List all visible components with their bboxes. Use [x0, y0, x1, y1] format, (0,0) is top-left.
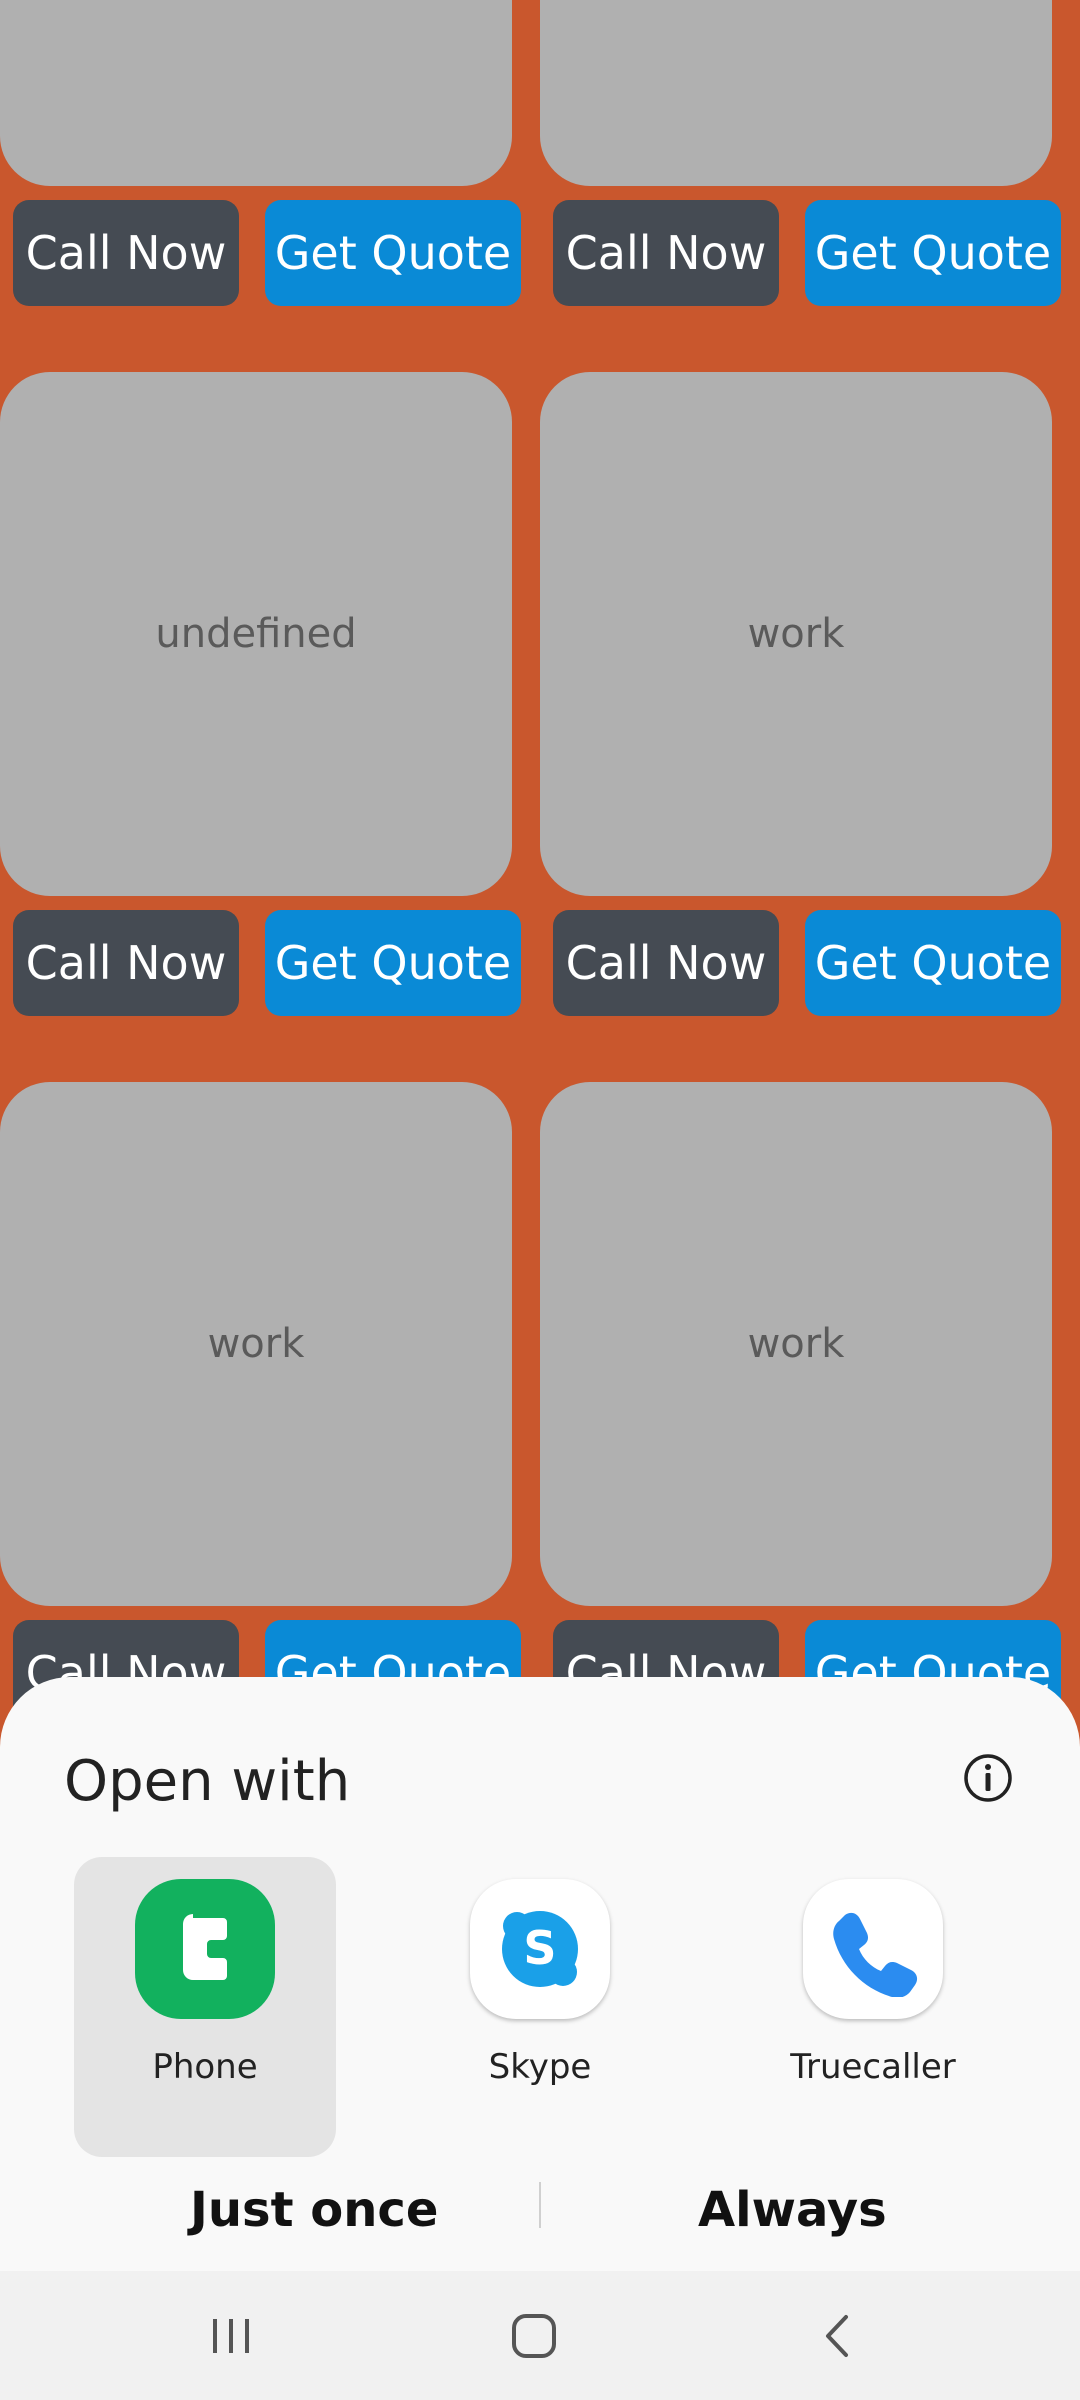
- card-label: work: [747, 1321, 845, 1367]
- open-with-sheet: Open with Phone S Skype Truecaller Just …: [0, 1677, 1080, 2271]
- get-quote-button[interactable]: Get Quote: [265, 910, 521, 1016]
- skype-app-icon: S: [470, 1879, 610, 2019]
- app-label: Truecaller: [790, 2047, 956, 2087]
- always-button[interactable]: Always: [698, 2182, 887, 2238]
- phone-app-icon: [135, 1879, 275, 2019]
- card-label: work: [207, 1321, 305, 1367]
- truecaller-app-icon: [803, 1879, 943, 2019]
- card-work[interactable]: work: [540, 372, 1052, 896]
- card-work[interactable]: work: [540, 1082, 1052, 1606]
- card-label: undefined: [155, 611, 357, 657]
- get-quote-button[interactable]: Get Quote: [265, 200, 521, 306]
- get-quote-button[interactable]: Get Quote: [805, 910, 1061, 1016]
- navigation-bar: [0, 2271, 1080, 2400]
- get-quote-button[interactable]: Get Quote: [805, 200, 1061, 306]
- just-once-button[interactable]: Just once: [190, 2182, 438, 2238]
- svg-text:S: S: [523, 1921, 556, 1975]
- app-option-truecaller[interactable]: Truecaller: [742, 1857, 1004, 2157]
- app-option-phone[interactable]: Phone: [74, 1857, 336, 2157]
- info-icon[interactable]: [962, 1752, 1014, 1804]
- card-top-left[interactable]: [0, 0, 512, 186]
- call-now-button[interactable]: Call Now: [553, 910, 779, 1016]
- back-icon[interactable]: [808, 2311, 868, 2361]
- app-label: Skype: [488, 2047, 592, 2087]
- app-label: Phone: [152, 2047, 258, 2087]
- sheet-title: Open with: [64, 1749, 351, 1814]
- card-label: work: [747, 611, 845, 657]
- recent-apps-icon[interactable]: [201, 2311, 261, 2361]
- action-divider: [539, 2182, 541, 2228]
- card-top-right[interactable]: [540, 0, 1052, 186]
- call-now-button[interactable]: Call Now: [553, 200, 779, 306]
- call-now-button[interactable]: Call Now: [13, 910, 239, 1016]
- card-work[interactable]: work: [0, 1082, 512, 1606]
- app-option-skype[interactable]: S Skype: [409, 1857, 671, 2157]
- call-now-button[interactable]: Call Now: [13, 200, 239, 306]
- card-undefined[interactable]: undefined: [0, 372, 512, 896]
- home-icon[interactable]: [504, 2311, 564, 2361]
